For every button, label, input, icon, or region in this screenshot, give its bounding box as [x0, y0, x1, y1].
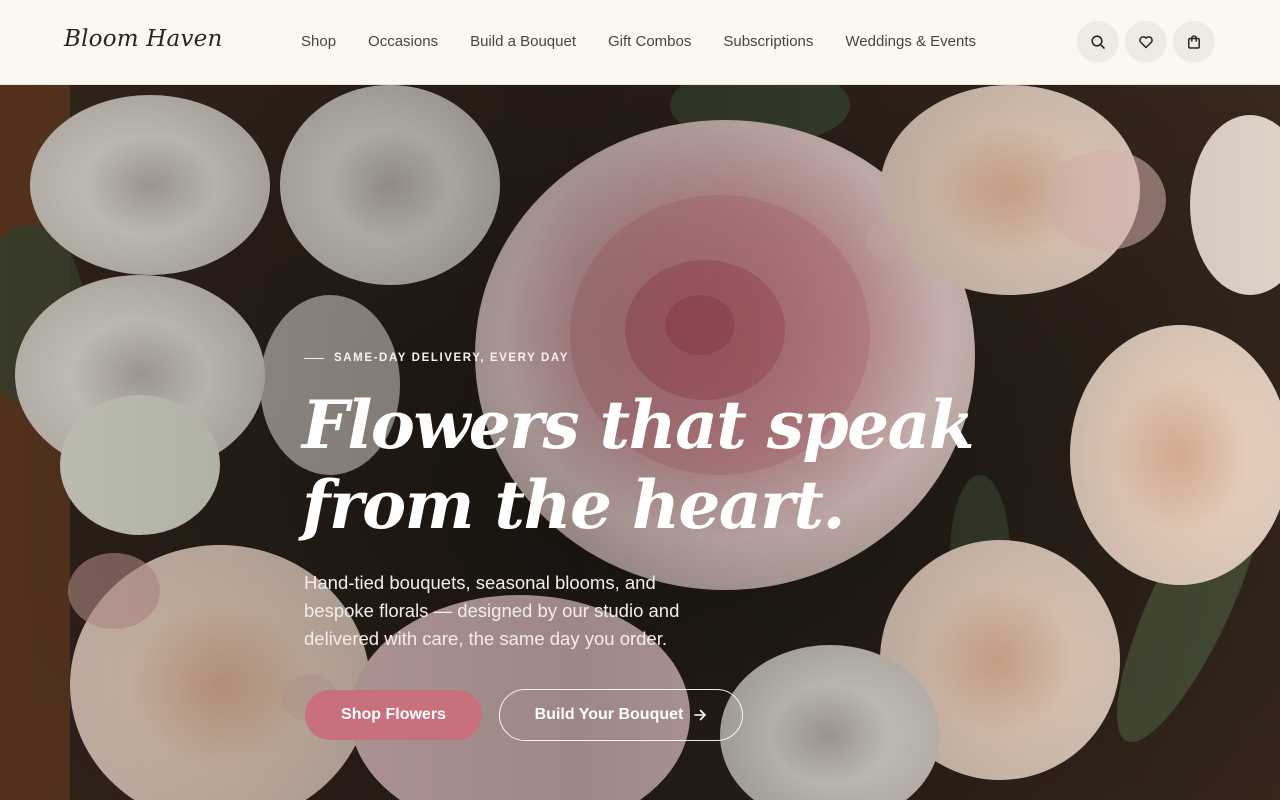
brand-logo[interactable]: Bloom Haven [64, 26, 222, 52]
nav-item-occasions[interactable]: Occasions [368, 33, 438, 50]
heart-icon [1139, 36, 1153, 49]
nav-item-gift-combos[interactable]: Gift Combos [608, 33, 691, 50]
header-actions [1077, 21, 1215, 63]
nav-item-weddings-events[interactable]: Weddings & Events [845, 33, 976, 50]
headline-line-2: from the heart. [302, 466, 845, 544]
nav-item-shop[interactable]: Shop [301, 33, 336, 50]
search-icon [1091, 35, 1105, 49]
wishlist-button[interactable] [1125, 21, 1167, 63]
hero-section: SAME-DAY DELIVERY, EVERY DAY Flowers tha… [0, 85, 1280, 800]
hero-headline: Flowers that speak from the heart. [302, 385, 975, 545]
search-button[interactable] [1077, 21, 1119, 63]
nav-item-subscriptions[interactable]: Subscriptions [723, 33, 813, 50]
shop-flowers-button[interactable]: Shop Flowers [305, 690, 482, 740]
site-header: Bloom Haven Shop Occasions Build a Bouqu… [0, 0, 1280, 85]
main-nav: Shop Occasions Build a Bouquet Gift Comb… [301, 33, 976, 50]
shopping-bag-icon [1188, 35, 1200, 49]
hero-eyebrow: SAME-DAY DELIVERY, EVERY DAY [304, 352, 569, 364]
hero-subtext: Hand-tied bouquets, seasonal blooms, and… [304, 572, 680, 649]
eyebrow-divider [304, 357, 324, 359]
nav-item-build-a-bouquet[interactable]: Build a Bouquet [470, 33, 576, 50]
shop-flowers-label: Shop Flowers [341, 706, 446, 723]
headline-line-1: Flowers that speak [302, 386, 975, 464]
arrow-right-icon [694, 709, 707, 721]
build-bouquet-button[interactable]: Build Your Bouquet [499, 689, 743, 741]
eyebrow-text: SAME-DAY DELIVERY, EVERY DAY [334, 352, 570, 364]
build-bouquet-label: Build Your Bouquet [534, 706, 684, 723]
cart-button[interactable] [1173, 21, 1215, 63]
